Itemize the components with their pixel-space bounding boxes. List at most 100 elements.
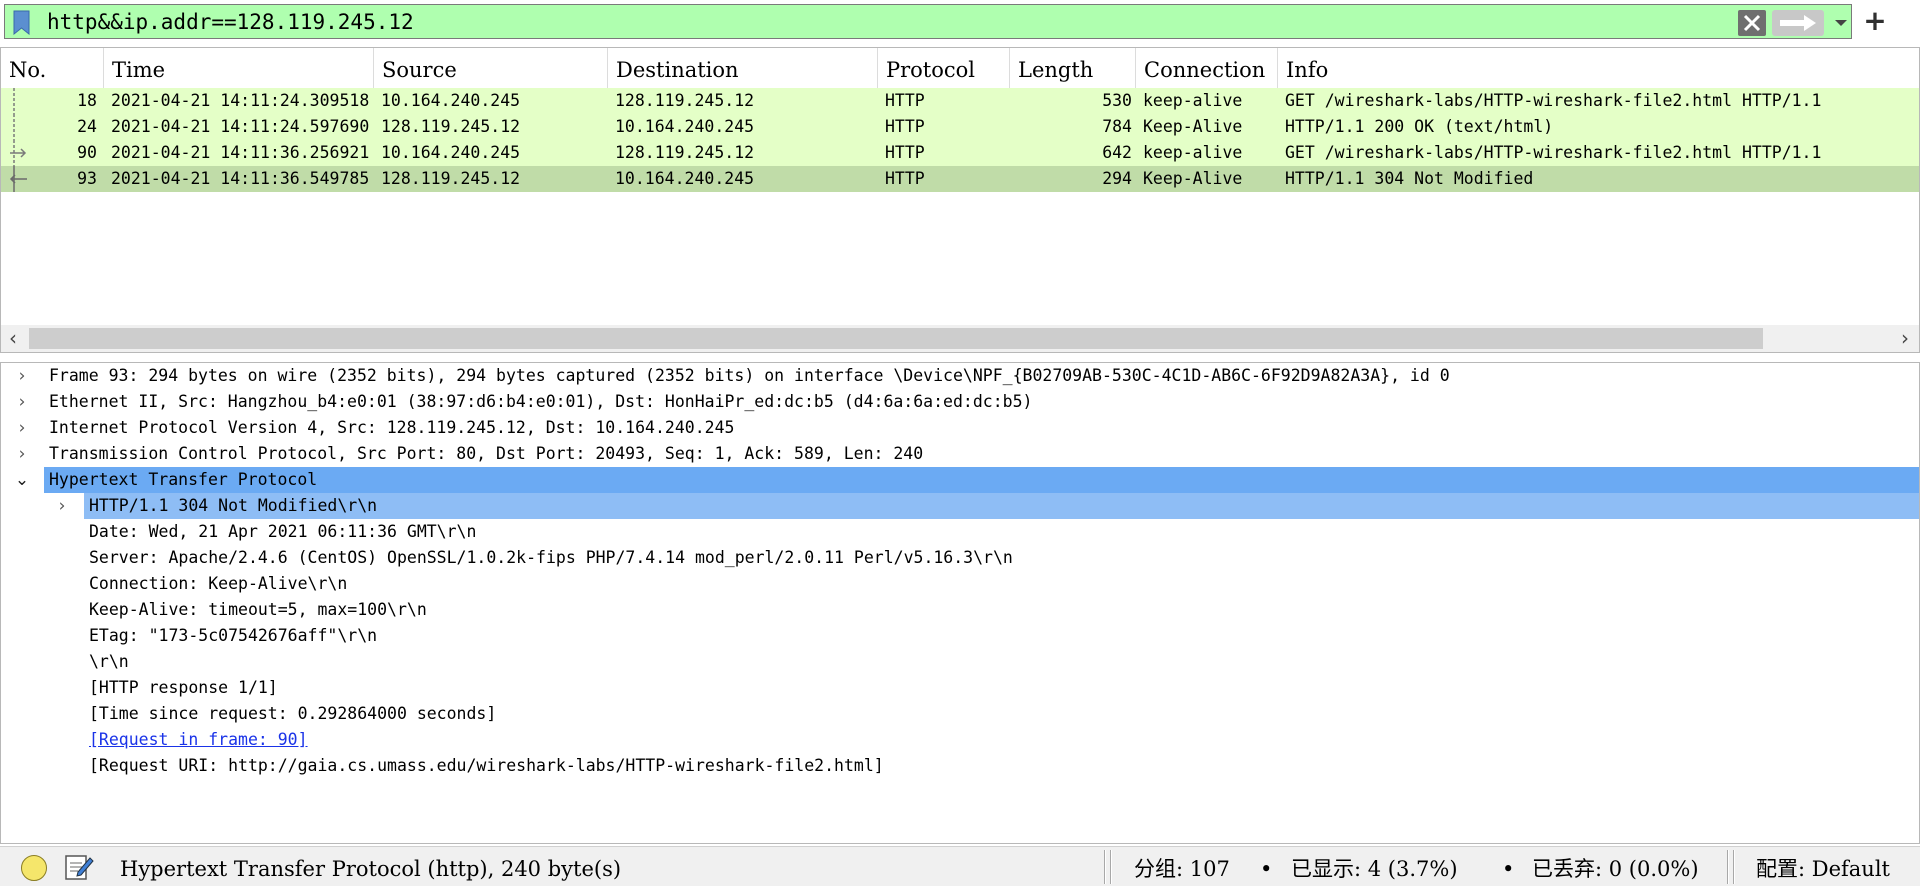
- cell-info: HTTP/1.1 304 Not Modified: [1285, 169, 1534, 188]
- tree-item-label: Internet Protocol Version 4, Src: 128.11…: [49, 418, 735, 437]
- status-packet-count: 分组: 107: [1134, 857, 1230, 881]
- expand-chevron-icon[interactable]: ›: [11, 415, 33, 441]
- request-in-frame-link[interactable]: [Request in frame: 90]: [89, 727, 308, 753]
- clear-filter-button[interactable]: [1738, 10, 1766, 36]
- cell-no: 90: [77, 143, 97, 162]
- column-header-time[interactable]: Time: [104, 48, 374, 88]
- column-header-destination[interactable]: Destination: [608, 48, 878, 88]
- cell-source: 10.164.240.245: [381, 91, 521, 110]
- column-header-source[interactable]: Source: [374, 48, 608, 88]
- cell-info: GET /wireshark-labs/HTTP-wireshark-file2…: [1285, 143, 1822, 162]
- scroll-right-icon[interactable]: ›: [1901, 326, 1909, 350]
- display-filter-input[interactable]: [47, 8, 1697, 36]
- packet-details-pane: › Frame 93: 294 bytes on wire (2352 bits…: [0, 362, 1920, 844]
- tree-item-label: Ethernet II, Src: Hangzhou_b4:e0:01 (38:…: [49, 392, 1033, 411]
- horizontal-scrollbar[interactable]: ‹ ›: [1, 325, 1919, 352]
- tree-item-etag[interactable]: ETag: "173-5c07542676aff"\r\n: [1, 623, 1919, 649]
- status-led-icon[interactable]: [21, 855, 47, 881]
- tree-item-response-index[interactable]: [HTTP response 1/1]: [1, 675, 1919, 701]
- capture-comment-icon[interactable]: [64, 852, 94, 882]
- tree-item-label: HTTP/1.1 304 Not Modified\r\n: [89, 496, 378, 515]
- tree-item-keep-alive[interactable]: Keep-Alive: timeout=5, max=100\r\n: [1, 597, 1919, 623]
- status-dropped-count: 已丢弃: 0 (0.0%): [1532, 857, 1699, 881]
- cell-length: 642: [1102, 143, 1132, 162]
- cell-no: 24: [77, 117, 97, 136]
- apply-arrow-icon: [1780, 15, 1816, 31]
- cell-protocol: HTTP: [885, 91, 925, 110]
- status-field-text: Hypertext Transfer Protocol (http), 240 …: [120, 857, 622, 881]
- cell-source: 10.164.240.245: [381, 143, 521, 162]
- tree-item-label: [Request URI: http://gaia.cs.umass.edu/w…: [89, 756, 884, 775]
- cell-length: 294: [1102, 169, 1132, 188]
- packet-list-pane: No. Time Source Destination Protocol Len…: [0, 47, 1920, 353]
- packet-row-selected[interactable]: 93 2021-04-21 14:11:36.549785 128.119.24…: [1, 166, 1919, 192]
- tree-item-label: Keep-Alive: timeout=5, max=100\r\n: [89, 600, 427, 619]
- cell-source: 128.119.245.12: [381, 169, 521, 188]
- status-separator: •: [1502, 857, 1515, 881]
- bookmark-icon[interactable]: [13, 10, 30, 35]
- expand-chevron-icon[interactable]: ›: [51, 493, 73, 519]
- column-header-info[interactable]: Info: [1278, 48, 1919, 88]
- dropdown-chevron-icon: [1835, 20, 1847, 26]
- cell-connection: keep-alive: [1143, 91, 1243, 110]
- packet-list-header: No. Time Source Destination Protocol Len…: [1, 48, 1919, 88]
- tree-item-connection[interactable]: Connection: Keep-Alive\r\n: [1, 571, 1919, 597]
- cell-destination: 10.164.240.245: [615, 169, 755, 188]
- display-filter-toolbar: +: [0, 0, 1920, 44]
- cell-source: 128.119.245.12: [381, 117, 521, 136]
- column-header-no[interactable]: No.: [1, 48, 104, 88]
- filter-history-dropdown[interactable]: [1831, 11, 1851, 35]
- cell-connection: Keep-Alive: [1143, 117, 1243, 136]
- add-filter-button[interactable]: +: [1862, 6, 1888, 36]
- packet-row[interactable]: 90 2021-04-21 14:11:36.256921 10.164.240…: [1, 140, 1919, 166]
- scroll-left-icon[interactable]: ‹: [9, 326, 17, 350]
- status-displayed-count: 已显示: 4 (3.7%): [1291, 857, 1458, 881]
- add-icon: +: [1863, 4, 1887, 37]
- tree-item-ip[interactable]: › Internet Protocol Version 4, Src: 128.…: [1, 415, 1919, 441]
- collapse-chevron-icon[interactable]: ⌄: [11, 467, 33, 493]
- tree-item-server[interactable]: Server: Apache/2.4.6 (CentOS) OpenSSL/1.…: [1, 545, 1919, 571]
- cell-connection: Keep-Alive: [1143, 169, 1243, 188]
- cell-destination: 128.119.245.12: [615, 143, 755, 162]
- packet-row[interactable]: 18 2021-04-21 14:11:24.309518 10.164.240…: [1, 88, 1919, 114]
- cell-time: 2021-04-21 14:11:24.309518: [111, 91, 370, 110]
- tree-item-frame[interactable]: › Frame 93: 294 bytes on wire (2352 bits…: [1, 363, 1919, 389]
- cell-time: 2021-04-21 14:11:36.549785: [111, 169, 370, 188]
- cell-length: 784: [1102, 117, 1132, 136]
- tree-item-request-in-frame[interactable]: [Request in frame: 90]: [1, 727, 1919, 753]
- tree-item-http[interactable]: ⌄ Hypertext Transfer Protocol: [1, 467, 1919, 493]
- scrollbar-thumb[interactable]: [29, 328, 1763, 349]
- status-divider: [1110, 850, 1112, 884]
- tree-item-ethernet[interactable]: › Ethernet II, Src: Hangzhou_b4:e0:01 (3…: [1, 389, 1919, 415]
- status-separator: •: [1260, 857, 1273, 881]
- cell-protocol: HTTP: [885, 117, 925, 136]
- packet-row[interactable]: 24 2021-04-21 14:11:24.597690 128.119.24…: [1, 114, 1919, 140]
- tree-item-date[interactable]: Date: Wed, 21 Apr 2021 06:11:36 GMT\r\n: [1, 519, 1919, 545]
- tree-item-tcp[interactable]: › Transmission Control Protocol, Src Por…: [1, 441, 1919, 467]
- column-header-length[interactable]: Length: [1010, 48, 1136, 88]
- selection-highlight: [44, 467, 1919, 493]
- tree-item-label: Server: Apache/2.4.6 (CentOS) OpenSSL/1.…: [89, 548, 1013, 567]
- column-header-connection[interactable]: Connection: [1136, 48, 1278, 88]
- expand-chevron-icon[interactable]: ›: [11, 441, 33, 467]
- expand-chevron-icon[interactable]: ›: [11, 363, 33, 389]
- status-divider: [1727, 850, 1729, 884]
- tree-item-crlf[interactable]: \r\n: [1, 649, 1919, 675]
- tree-item-label: ETag: "173-5c07542676aff"\r\n: [89, 626, 378, 645]
- tree-item-http-status-line[interactable]: › HTTP/1.1 304 Not Modified\r\n: [1, 493, 1919, 519]
- cell-protocol: HTTP: [885, 169, 925, 188]
- cell-no: 18: [77, 91, 97, 110]
- expand-chevron-icon[interactable]: ›: [11, 389, 33, 415]
- tree-item-time-since-request[interactable]: [Time since request: 0.292864000 seconds…: [1, 701, 1919, 727]
- cell-destination: 128.119.245.12: [615, 91, 755, 110]
- tree-item-request-uri[interactable]: [Request URI: http://gaia.cs.umass.edu/w…: [1, 753, 1919, 779]
- tree-item-label: \r\n: [89, 652, 129, 671]
- cell-length: 530: [1102, 91, 1132, 110]
- apply-filter-button[interactable]: [1772, 10, 1824, 36]
- clear-icon: [1743, 14, 1761, 32]
- column-header-protocol[interactable]: Protocol: [878, 48, 1010, 88]
- tree-item-label: Transmission Control Protocol, Src Port:…: [49, 444, 924, 463]
- display-filter-box: [4, 4, 1852, 39]
- status-profile[interactable]: 配置: Default: [1756, 847, 1890, 886]
- cell-info: GET /wireshark-labs/HTTP-wireshark-file2…: [1285, 91, 1822, 110]
